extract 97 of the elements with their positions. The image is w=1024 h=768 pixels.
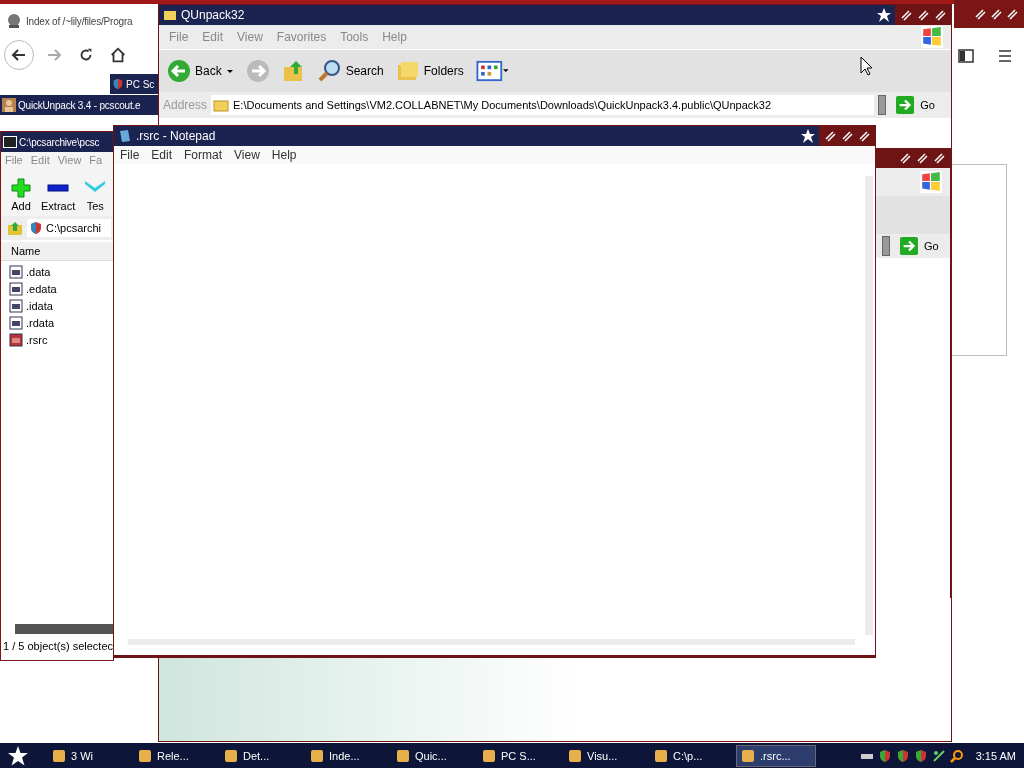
- taskbar-button[interactable]: Inde...: [306, 744, 386, 767]
- app-icon: [654, 748, 668, 763]
- folder-icon: [213, 97, 230, 113]
- search-button[interactable]: Search: [317, 59, 384, 83]
- minimize-button[interactable]: [824, 130, 836, 142]
- app-icon: [3, 135, 17, 149]
- shield-icon[interactable]: [913, 748, 928, 763]
- file-name[interactable]: .data: [26, 265, 51, 278]
- file-name[interactable]: .edata: [26, 282, 57, 295]
- menu-item[interactable]: File: [120, 148, 140, 162]
- app-icon: [482, 748, 496, 763]
- minimize-button[interactable]: [974, 8, 986, 20]
- scrollbar[interactable]: [15, 624, 113, 634]
- file-icon: [9, 298, 23, 313]
- cursor-icon: [860, 56, 874, 76]
- clock: 3:15 AM: [975, 749, 1016, 762]
- shield-icon[interactable]: [895, 748, 910, 763]
- go-button[interactable]: Go: [890, 96, 947, 114]
- file-icon: [9, 281, 23, 296]
- home-icon: [109, 46, 127, 64]
- taskbar-button[interactable]: 3 Wi: [48, 744, 128, 767]
- address-field[interactable]: E:\Documents and Settings\VM2.COLLABNET\My Documents\Downloads\QuickUnpack3.4.public\QUnpack32: [211, 95, 875, 115]
- windows-logo-icon: [920, 171, 942, 193]
- tab-title[interactable]: Index of /~lily/files/Progra: [26, 15, 133, 27]
- right-arrow-icon: [900, 237, 918, 255]
- maximize-button[interactable]: [916, 152, 928, 164]
- menu-item[interactable]: Help: [271, 148, 297, 162]
- up-folder-icon[interactable]: [7, 220, 23, 236]
- file-icon: [9, 332, 23, 347]
- shield-icon[interactable]: [877, 748, 892, 763]
- file-name[interactable]: .idata: [26, 299, 53, 312]
- window-title: PC Sc: [126, 78, 155, 90]
- network-icon[interactable]: [931, 748, 946, 763]
- go-button[interactable]: Go: [894, 237, 951, 255]
- taskbar-button[interactable]: Quic...: [392, 744, 472, 767]
- window-title: .rsrc - Notepad: [136, 129, 216, 143]
- person-icon: [2, 98, 16, 112]
- taskbar-button[interactable]: Det...: [220, 744, 300, 767]
- file-name[interactable]: .rsrc: [26, 333, 48, 346]
- star-icon[interactable]: [877, 8, 891, 22]
- minimize-button[interactable]: [900, 9, 912, 21]
- menu-item[interactable]: Edit: [151, 148, 173, 162]
- toolbar-button[interactable]: Tes: [83, 178, 108, 212]
- file-name[interactable]: .rdata: [26, 316, 55, 329]
- window-title: QUnpack32: [181, 8, 245, 22]
- file-icon: [9, 315, 23, 330]
- folder-icon: [163, 8, 177, 22]
- address-label: Address: [163, 98, 208, 112]
- sidebar-icon[interactable]: [958, 48, 974, 64]
- right-arrow-icon: [896, 96, 915, 114]
- shield-icon: [112, 78, 124, 90]
- start-button[interactable]: [8, 745, 28, 766]
- toolbar-grip[interactable]: [878, 95, 887, 115]
- minimize-button[interactable]: [899, 152, 911, 164]
- app-icon: [310, 748, 324, 763]
- notepad-icon: [118, 129, 132, 143]
- app-icon: [568, 748, 582, 763]
- menu-item[interactable]: Format: [184, 148, 223, 162]
- app-icon: [224, 748, 238, 763]
- window-title: QuickUnpack 3.4 - pcscout.e: [18, 99, 141, 111]
- close-button[interactable]: [934, 9, 946, 21]
- close-button[interactable]: [858, 130, 870, 142]
- search-icon: [317, 59, 342, 83]
- shield-icon: [29, 221, 43, 235]
- menu-item[interactable]: View: [234, 148, 260, 162]
- search-icon[interactable]: [949, 748, 964, 763]
- app-icon: [741, 748, 755, 763]
- window-title: C:\pcsarchive\pcsc: [19, 136, 100, 148]
- maximize-button[interactable]: [917, 9, 929, 21]
- taskbar-button[interactable]: Visu...: [564, 744, 644, 767]
- app-icon: [52, 748, 66, 763]
- taskbar-button[interactable]: C:\p...: [650, 744, 730, 767]
- taskbar-button[interactable]: .rsrc...: [736, 744, 816, 767]
- caret-icon: [225, 67, 234, 75]
- address-field[interactable]: C:\pcsarchi: [27, 219, 111, 237]
- view-grid-icon: [475, 60, 510, 82]
- close-button[interactable]: [933, 152, 945, 164]
- maximize-button[interactable]: [841, 130, 853, 142]
- toolbar-grip[interactable]: [882, 236, 890, 256]
- column-header[interactable]: Name: [1, 242, 113, 261]
- app-icon: [396, 748, 410, 763]
- plus-icon: [9, 178, 33, 198]
- maximize-button[interactable]: [990, 8, 1002, 20]
- folders-icon: [395, 59, 420, 83]
- app-icon: [138, 748, 152, 763]
- taskbar-button[interactable]: Rele...: [134, 744, 214, 767]
- views-button[interactable]: [475, 60, 510, 82]
- toolbar-button[interactable]: Add: [9, 178, 33, 212]
- star-icon[interactable]: [801, 129, 815, 143]
- taskbar-button[interactable]: PC S...: [478, 744, 558, 767]
- status-text: 1 / 5 object(s) selectec: [2, 640, 113, 654]
- toolbar-button[interactable]: Extract: [41, 178, 76, 212]
- back-button[interactable]: Back: [167, 59, 234, 83]
- folders-button[interactable]: Folders: [395, 59, 464, 83]
- file-icon: [9, 264, 23, 279]
- menu-icon[interactable]: [997, 48, 1013, 64]
- close-button[interactable]: [1006, 8, 1018, 20]
